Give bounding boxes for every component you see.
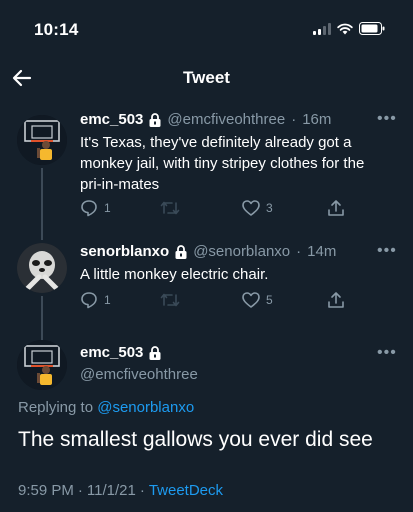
- cellular-signal-icon: [313, 22, 331, 35]
- handle[interactable]: @emcfiveohthree: [80, 366, 198, 383]
- main-tweet-author-row: emc_503: [80, 344, 161, 361]
- like-count: 3: [266, 201, 273, 215]
- tweet-date: 11/1/21: [86, 482, 136, 499]
- display-name[interactable]: emc_503: [80, 111, 143, 128]
- heart-icon: [242, 292, 260, 308]
- handle[interactable]: @senorblanxo: [193, 243, 290, 260]
- reply-icon: [81, 292, 97, 309]
- battery-icon: [359, 22, 385, 35]
- lock-icon: [149, 112, 161, 127]
- separator: ·: [291, 111, 297, 128]
- display-name[interactable]: senorblanxo: [80, 243, 169, 260]
- sloth-avatar-image: [17, 243, 67, 293]
- page-title: Tweet: [183, 68, 230, 87]
- tweet-text: It's Texas, they've definitely already g…: [80, 132, 405, 195]
- tweet-age: 16m: [302, 111, 332, 128]
- separator: ·: [77, 482, 83, 499]
- retweet-icon: [160, 201, 180, 215]
- wifi-icon: [337, 23, 353, 34]
- thread-line: [41, 168, 43, 240]
- tweet-author-row: senorblanxo @senorblanxo · 14m: [80, 243, 336, 260]
- tweet-actions: 1 5: [80, 291, 345, 309]
- avatar[interactable]: [17, 243, 67, 293]
- like-button[interactable]: 5: [242, 292, 327, 308]
- share-button[interactable]: [327, 291, 345, 309]
- status-time: 10:14: [34, 20, 79, 39]
- tweet-text-line: pri-in-mates: [80, 176, 160, 193]
- more-options-icon[interactable]: •••: [377, 242, 397, 260]
- more-options-icon[interactable]: •••: [377, 344, 397, 362]
- main-tweet-text: The smallest gallows you ever did see: [18, 428, 373, 451]
- basketball-player-avatar-image: [17, 340, 67, 390]
- more-options-icon[interactable]: •••: [377, 110, 397, 128]
- heart-icon: [242, 200, 260, 216]
- tweet-actions: 1 3: [80, 199, 345, 217]
- tweet-text-line: monkey jail, with tiny stripey clothes f…: [80, 155, 365, 172]
- reply-count: 1: [104, 293, 111, 307]
- thread-line: [41, 296, 43, 340]
- tweet-author-row: emc_503 @emcfiveohthree · 16m: [80, 111, 331, 128]
- avatar[interactable]: [17, 115, 67, 165]
- replying-to-line: Replying to @senorblanxo: [18, 399, 194, 416]
- tweet-text-line: A little monkey electric chair.: [80, 266, 269, 283]
- tweet-metadata: 9:59 PM · 11/1/21 · TweetDeck: [18, 482, 223, 499]
- basketball-player-avatar-image: [17, 115, 67, 165]
- separator: ·: [139, 482, 145, 499]
- lock-icon: [175, 244, 187, 259]
- tweet-source-link[interactable]: TweetDeck: [149, 482, 223, 499]
- like-count: 5: [266, 293, 273, 307]
- replying-to-link[interactable]: @senorblanxo: [97, 399, 194, 416]
- share-icon: [328, 292, 344, 308]
- tweet-text: A little monkey electric chair.: [80, 264, 405, 285]
- reply-count: 1: [104, 201, 111, 215]
- retweet-button[interactable]: [160, 200, 242, 216]
- like-button[interactable]: 3: [242, 200, 327, 216]
- share-button[interactable]: [327, 199, 345, 217]
- reply-button[interactable]: 1: [80, 199, 160, 217]
- share-icon: [328, 200, 344, 216]
- avatar[interactable]: [17, 340, 67, 390]
- handle[interactable]: @emcfiveohthree: [167, 111, 285, 128]
- retweet-icon: [160, 293, 180, 307]
- display-name[interactable]: emc_503: [80, 344, 143, 361]
- reply-icon: [81, 200, 97, 217]
- reply-button[interactable]: 1: [80, 291, 160, 309]
- lock-icon: [149, 345, 161, 360]
- tweet-text-line: It's Texas, they've definitely already g…: [80, 134, 352, 151]
- tweet-age: 14m: [307, 243, 337, 260]
- tweet-time: 9:59 PM: [18, 482, 74, 499]
- retweet-button[interactable]: [160, 292, 242, 308]
- status-icons: [313, 22, 385, 35]
- separator: ·: [296, 243, 302, 260]
- replying-to-label: Replying to: [18, 399, 94, 416]
